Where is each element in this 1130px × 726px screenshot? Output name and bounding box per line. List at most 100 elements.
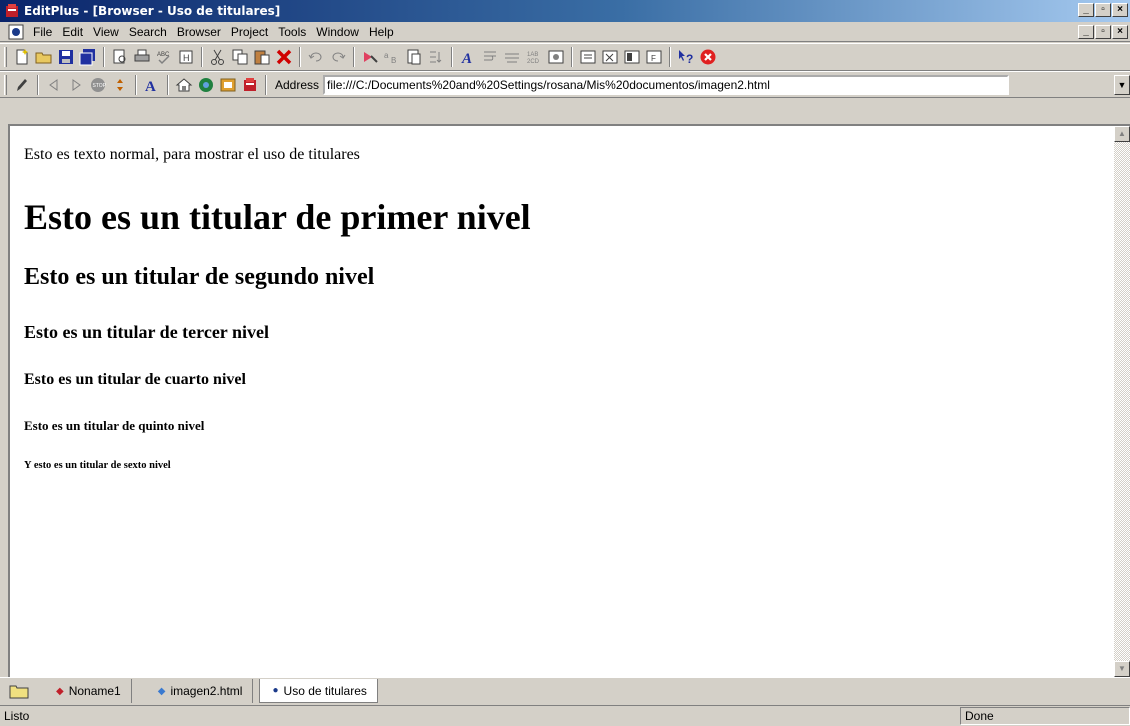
menu-view[interactable]: View [88, 25, 124, 39]
tab-noname1[interactable]: ◆ Noname1 [44, 679, 132, 703]
address-input[interactable] [323, 74, 1010, 95]
browser-toolbar: STOP A Address ▼ [0, 71, 1130, 98]
svg-text:A: A [461, 51, 472, 66]
editplus-app-icon[interactable] [4, 3, 20, 19]
web-search-icon[interactable] [195, 74, 217, 96]
fullscreen-icon[interactable]: F [643, 46, 665, 68]
back-icon[interactable] [43, 74, 65, 96]
word-wrap-icon[interactable] [479, 46, 501, 68]
svg-text:STOP: STOP [93, 83, 107, 89]
vertical-scrollbar[interactable]: ▲ ▼ [1114, 126, 1130, 677]
document-icon[interactable] [8, 24, 24, 40]
svg-text:B: B [391, 56, 396, 65]
cliptext-window-icon[interactable] [599, 46, 621, 68]
editplus-logo-icon[interactable] [239, 74, 261, 96]
load-status: Done [960, 707, 1130, 725]
status-bar: Listo Done [0, 705, 1130, 726]
tab-imagen2[interactable]: ◆ imagen2.html [146, 679, 254, 703]
title-bar[interactable]: EditPlus - [Browser - Uso de titulares] … [0, 0, 1130, 22]
menu-browser[interactable]: Browser [172, 25, 226, 39]
toolbar-grip[interactable] [4, 47, 7, 67]
file-dot-icon: ◆ [157, 685, 166, 697]
context-help-icon[interactable]: ? [675, 46, 697, 68]
doc-minimize-button[interactable]: _ [1078, 25, 1094, 39]
svg-text:A: A [145, 79, 156, 94]
tab-label: Noname1 [68, 684, 121, 698]
heading-3: Esto es un titular de tercer nivel [24, 322, 269, 342]
svg-text:?: ? [686, 52, 693, 66]
scroll-down-button[interactable]: ▼ [1114, 661, 1130, 677]
find-in-files-icon[interactable] [403, 46, 425, 68]
toolbar-grip[interactable] [4, 74, 7, 95]
delete-icon[interactable] [273, 46, 295, 68]
doc-close-button[interactable]: × [1112, 25, 1128, 39]
save-icon[interactable] [55, 46, 77, 68]
paste-icon[interactable] [251, 46, 273, 68]
heading-5: Esto es un titular de quinto nivel [24, 418, 205, 433]
heading-2: Esto es un titular de segundo nivel [24, 264, 375, 290]
menu-tools[interactable]: Tools [273, 25, 311, 39]
window-title: EditPlus - [Browser - Uso de titulares] [24, 4, 281, 18]
save-all-icon[interactable] [77, 46, 99, 68]
restore-button[interactable]: ▫ [1095, 3, 1111, 17]
browser-dot-icon: ● [272, 685, 279, 696]
close-button[interactable]: × [1112, 3, 1128, 17]
tab-label: imagen2.html [170, 684, 243, 698]
menu-search[interactable]: Search [124, 25, 172, 39]
heading-6: Y esto es un titular de sexto nivel [24, 460, 171, 471]
ruler-icon[interactable] [501, 46, 523, 68]
forward-icon[interactable] [65, 74, 87, 96]
folder-icon[interactable] [8, 681, 30, 701]
status-text: Listo [4, 709, 30, 723]
minimize-button[interactable]: _ [1078, 3, 1094, 17]
svg-text:F: F [651, 54, 656, 63]
page-content: Esto es texto normal, para mostrar el us… [10, 126, 1115, 677]
scroll-up-button[interactable]: ▲ [1114, 126, 1130, 142]
svg-text:2CD: 2CD [527, 59, 540, 65]
menu-edit[interactable]: Edit [57, 25, 88, 39]
cut-icon[interactable] [207, 46, 229, 68]
directory-window-icon[interactable] [577, 46, 599, 68]
font-icon[interactable]: A [457, 46, 479, 68]
normal-text: Esto es texto normal, para mostrar el us… [24, 146, 360, 163]
print-icon[interactable] [131, 46, 153, 68]
address-label: Address [275, 77, 320, 92]
find-icon[interactable] [359, 46, 381, 68]
doc-restore-button[interactable]: ▫ [1095, 25, 1111, 39]
text-size-icon[interactable]: A [141, 74, 163, 96]
menu-project[interactable]: Project [226, 25, 273, 39]
stop-loading-icon[interactable]: STOP [87, 74, 109, 96]
main-toolbar: ABC H aB A 1AB 2CD F ? [0, 43, 1130, 71]
refresh-icon[interactable] [109, 74, 131, 96]
open-in-browser-icon[interactable] [217, 74, 239, 96]
menu-file[interactable]: File [28, 25, 57, 39]
svg-text:1AB: 1AB [527, 52, 538, 58]
new-file-icon[interactable] [11, 46, 33, 68]
print-preview-icon[interactable] [109, 46, 131, 68]
goto-line-icon[interactable] [425, 46, 447, 68]
address-dropdown-button[interactable]: ▼ [1114, 75, 1130, 95]
spellcheck-icon[interactable]: ABC [153, 46, 175, 68]
redo-icon[interactable] [327, 46, 349, 68]
menu-bar: File Edit View Search Browser Project To… [0, 22, 1130, 42]
open-folder-icon[interactable] [33, 46, 55, 68]
preferences-icon[interactable] [545, 46, 567, 68]
home-icon[interactable] [173, 74, 195, 96]
html-toolbar-icon[interactable]: H [175, 46, 197, 68]
edit-pencil-icon[interactable] [11, 74, 33, 96]
menu-help[interactable]: Help [364, 25, 399, 39]
replace-icon[interactable]: aB [381, 46, 403, 68]
stop-icon[interactable] [697, 46, 719, 68]
svg-text:a: a [384, 51, 389, 60]
tab-label: Uso de titulares [283, 683, 367, 698]
line-number-icon[interactable]: 1AB 2CD [523, 46, 545, 68]
document-tab-bar: ◆ Noname1 ◆ imagen2.html ● Uso de titula… [0, 677, 1130, 704]
menu-window[interactable]: Window [311, 25, 364, 39]
undo-icon[interactable] [305, 46, 327, 68]
modified-dot-icon: ◆ [56, 685, 64, 697]
output-window-icon[interactable] [621, 46, 643, 68]
svg-text:H: H [183, 53, 190, 63]
browser-view: Esto es texto normal, para mostrar el us… [8, 124, 1130, 677]
tab-uso-de-titulares[interactable]: ● Uso de titulares [259, 679, 378, 703]
copy-icon[interactable] [229, 46, 251, 68]
